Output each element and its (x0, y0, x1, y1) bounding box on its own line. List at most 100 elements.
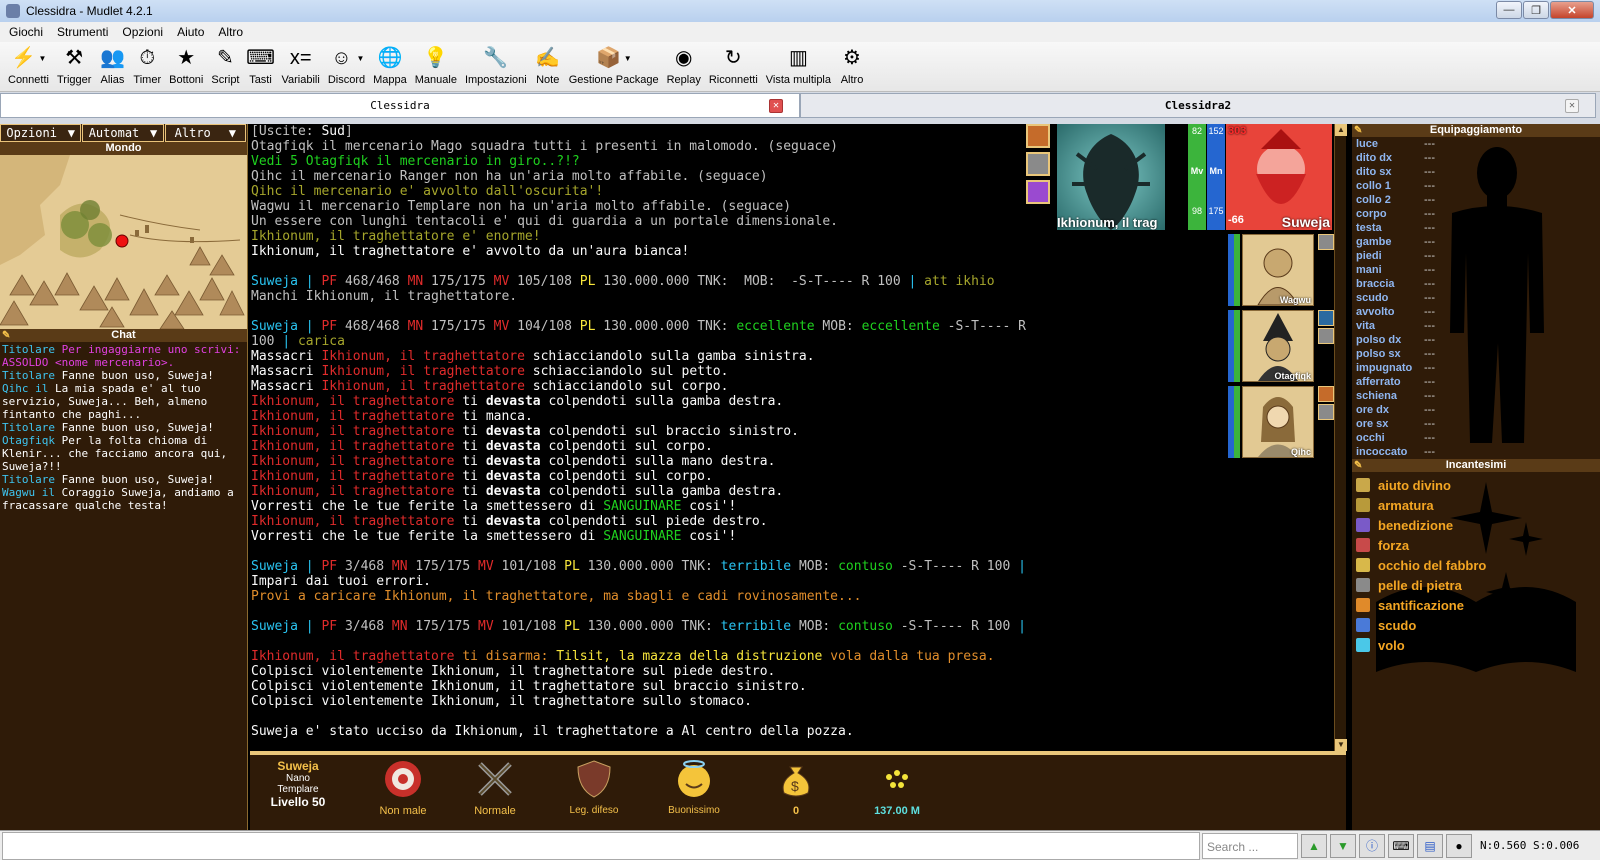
equipment-row[interactable]: piedi --- (1356, 249, 1596, 263)
search-input[interactable]: Search ... (1202, 832, 1298, 859)
equipment-value: --- (1424, 222, 1435, 234)
output-scrollbar[interactable]: ▲ ▼ (1334, 124, 1347, 751)
menu-opzioni[interactable]: Opzioni (115, 25, 170, 39)
toolbar-mappa-button[interactable]: 🌐 Mappa (369, 42, 411, 90)
automat-dropdown[interactable]: Automat ▼ (82, 124, 164, 142)
network-stats: N:0.560 S:0.006 (1480, 839, 1580, 852)
toolbar-tasti-button[interactable]: ⌨ Tasti (244, 42, 278, 90)
equipment-row[interactable]: schiena --- (1356, 389, 1596, 403)
equipment-row[interactable]: luce --- (1356, 137, 1596, 151)
menu-aiuto[interactable]: Aiuto (170, 25, 211, 39)
toolbar-note-button[interactable]: ✍ Note (531, 42, 565, 90)
spell-item[interactable]: armatura (1356, 495, 1596, 515)
tab-clessidra[interactable]: Clessidra ✕ (0, 93, 800, 118)
toolbar-gestione-package-button[interactable]: 📦 ▼ Gestione Package (565, 42, 663, 90)
mn-max: 175 (1208, 206, 1224, 216)
record-button[interactable]: ● (1446, 833, 1472, 858)
minimize-button[interactable]: — (1496, 1, 1522, 19)
info-button[interactable]: ⓘ (1359, 833, 1385, 858)
follower-affect-icon (1318, 234, 1334, 250)
equipment-row[interactable]: vita --- (1356, 319, 1596, 333)
chat-message: Otagfiqk Per la folta chioma di Klenir..… (2, 434, 245, 473)
equipment-row[interactable]: impugnato --- (1356, 361, 1596, 375)
toolbar-variabili-button[interactable]: x= Variabili (278, 42, 324, 90)
equipment-value: --- (1424, 250, 1435, 262)
mv-current: 82 (1191, 126, 1202, 136)
equipment-row[interactable]: gambe --- (1356, 235, 1596, 249)
opzioni-dropdown[interactable]: Opzioni ▼ (0, 124, 82, 142)
scroll-down-button[interactable]: ▼ (1330, 833, 1356, 858)
equipment-row[interactable]: mani --- (1356, 263, 1596, 277)
equipment-row[interactable]: ore sx --- (1356, 417, 1596, 431)
menu-giochi[interactable]: Giochi (2, 25, 50, 39)
output-segment: | (282, 334, 298, 349)
spell-item[interactable]: forza (1356, 535, 1596, 555)
close-window-button[interactable]: ✕ (1550, 1, 1594, 19)
dropdown-label: Altro (174, 126, 211, 140)
output-segment: Suweja e' stato ucciso da Ikhionum, il t… (251, 724, 854, 739)
scroll-up-button[interactable]: ▲ (1301, 833, 1327, 858)
tab-clessidra2[interactable]: Clessidra2 ✕ (800, 93, 1596, 118)
menu-strumenti[interactable]: Strumenti (50, 25, 115, 39)
output-segment: | (297, 619, 322, 634)
equipment-row[interactable]: polso dx --- (1356, 333, 1596, 347)
chevron-down-icon[interactable]: ▼ (39, 54, 47, 63)
output-segment: Ikhionum, il traghettatore (251, 439, 463, 454)
toolbar-vista-multipla-button[interactable]: ▥ Vista multipla (762, 42, 835, 90)
spell-item[interactable]: santificazione (1356, 595, 1596, 615)
menu-altro[interactable]: Altro (211, 25, 250, 39)
spell-item[interactable]: benedizione (1356, 515, 1596, 535)
toolbar-replay-button[interactable]: ◉ Replay (663, 42, 705, 90)
toolbar-bottoni-button[interactable]: ★ Bottoni (165, 42, 207, 90)
toolbar-connetti-button[interactable]: ⚡ ▼ Connetti (4, 42, 53, 90)
equipment-row[interactable]: ore dx --- (1356, 403, 1596, 417)
spell-item[interactable]: pelle di pietra (1356, 575, 1596, 595)
output-segment: Impari dai tuoi errori. (251, 574, 432, 589)
scroll-down-icon[interactable]: ▼ (1335, 739, 1347, 751)
maximize-button[interactable]: ❐ (1523, 1, 1549, 19)
spell-item[interactable]: occhio del fabbro (1356, 555, 1596, 575)
equipment-row[interactable]: collo 1 --- (1356, 179, 1596, 193)
equipment-row[interactable]: testa --- (1356, 221, 1596, 235)
log-button[interactable]: ▤ (1417, 833, 1443, 858)
equipment-row[interactable]: afferrato --- (1356, 375, 1596, 389)
scroll-up-icon[interactable]: ▲ (1335, 124, 1347, 136)
tab-close-icon[interactable]: ✕ (1565, 99, 1579, 113)
toolbar-alias-button[interactable]: 👥 Alias (95, 42, 129, 90)
toolbar-riconnetti-button[interactable]: ↻ Riconnetti (705, 42, 762, 90)
equipment-row[interactable]: dito dx --- (1356, 151, 1596, 165)
chevron-down-icon[interactable]: ▼ (357, 54, 365, 63)
toolbar-script-button[interactable]: ✎ Script (207, 42, 243, 90)
equipment-row[interactable]: dito sx --- (1356, 165, 1596, 179)
altro-dropdown[interactable]: Altro ▼ (164, 124, 246, 142)
spell-item[interactable]: aiuto divino (1356, 475, 1596, 495)
toolbar-altro-button[interactable]: ⚙ Altro (835, 42, 869, 90)
equipment-row[interactable]: collo 2 --- (1356, 193, 1596, 207)
output-segment: MV (493, 274, 518, 289)
equipment-row[interactable]: braccia --- (1356, 277, 1596, 291)
equipment-row[interactable]: polso sx --- (1356, 347, 1596, 361)
output-segment: PF (321, 559, 345, 574)
trigger-icon: ⚒ (65, 47, 84, 69)
toolbar-impostazioni-button[interactable]: 🔧 Impostazioni (461, 42, 531, 90)
toolbar-discord-button[interactable]: ☺ ▼ Discord (324, 42, 369, 90)
equipment-row[interactable]: scudo --- (1356, 291, 1596, 305)
toolbar-trigger-button[interactable]: ⚒ Trigger (53, 42, 95, 90)
command-input[interactable] (2, 831, 1200, 860)
window-title: Clessidra - Mudlet 4.2.1 (26, 4, 153, 18)
output-segment: devasta (485, 439, 549, 454)
toolbar-timer-button[interactable]: ⏱ Timer (129, 42, 165, 90)
equipment-row[interactable]: incoccato --- (1356, 445, 1596, 459)
world-map[interactable] (0, 155, 247, 329)
equipment-row[interactable]: avvolto --- (1356, 305, 1596, 319)
spell-item[interactable]: volo (1356, 635, 1596, 655)
output-segment: Ikhionum, il traghettatore e' enorme! (251, 229, 541, 244)
timestamp-button[interactable]: ⌨ (1388, 833, 1414, 858)
toolbar-manuale-button[interactable]: 💡 Manuale (411, 42, 461, 90)
tab-close-icon[interactable]: ✕ (769, 99, 783, 113)
equipment-row[interactable]: corpo --- (1356, 207, 1596, 221)
map-illustration (0, 155, 247, 329)
chevron-down-icon[interactable]: ▼ (624, 54, 632, 63)
equipment-row[interactable]: occhi --- (1356, 431, 1596, 445)
spell-item[interactable]: scudo (1356, 615, 1596, 635)
